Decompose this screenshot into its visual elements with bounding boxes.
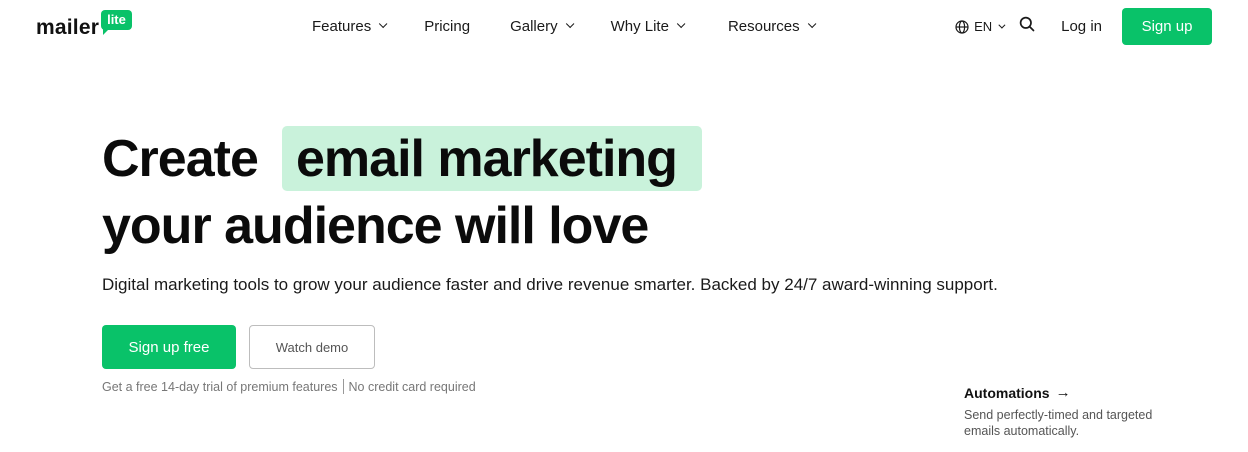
nav-resources[interactable]: Resources: [727, 17, 817, 35]
hero-subtitle: Digital marketing tools to grow your aud…: [102, 275, 998, 294]
signup-button[interactable]: Sign up: [1122, 8, 1212, 45]
nav-features[interactable]: Features: [312, 17, 388, 35]
main-nav: Features Pricing Gallery Why Lite Resour…: [312, 0, 817, 52]
signup-free-button[interactable]: Sign up free: [102, 325, 236, 369]
nav-features-label: Features: [312, 17, 372, 35]
trial-note: Get a free 14-day trial of premium featu…: [102, 379, 476, 394]
language-label: EN: [974, 19, 993, 34]
mailerlite-logo[interactable]: mailer lite: [36, 10, 132, 42]
hero-title-line-2: your audience will love: [102, 197, 649, 255]
chevron-down-icon: [998, 21, 1006, 29]
logo-wordmark: mailer: [36, 16, 100, 39]
search-button[interactable]: [1017, 16, 1037, 37]
watch-demo-button[interactable]: Watch demo: [249, 325, 375, 369]
chevron-down-icon: [807, 19, 817, 29]
nav-why-lite-label: Why Lite: [610, 17, 669, 35]
automations-title[interactable]: Automations →: [964, 384, 1174, 401]
logo-badge: lite: [101, 10, 132, 35]
header-actions: EN Log in Sign up: [955, 8, 1212, 45]
login-link[interactable]: Log in: [1061, 18, 1102, 35]
arrow-right-icon: →: [1055, 384, 1071, 401]
nav-why-lite[interactable]: Why Lite: [610, 17, 686, 35]
trial-note-right: No credit card required: [348, 379, 476, 394]
automations-description: Send perfectly-timed and targeted emails…: [964, 408, 1153, 438]
automations-card[interactable]: Automations → Send perfectly-timed and t…: [964, 384, 1174, 439]
site-header: mailer lite Features Pricing Gallery Why…: [0, 0, 1248, 52]
language-selector[interactable]: EN: [955, 19, 1006, 34]
automations-title-label: Automations: [964, 384, 1050, 401]
globe-icon: [955, 19, 969, 34]
chevron-down-icon: [379, 19, 388, 29]
search-icon: [1019, 16, 1035, 37]
hero-title-prefix: Create: [102, 130, 259, 188]
nav-pricing-label: Pricing: [424, 17, 471, 35]
nav-pricing[interactable]: Pricing: [424, 18, 470, 35]
nav-resources-label: Resources: [727, 17, 800, 35]
hero-title-highlight: email marketing: [296, 130, 678, 188]
nav-gallery-label: Gallery: [510, 17, 558, 35]
note-divider: [342, 379, 344, 394]
trial-note-left: Get a free 14-day trial of premium featu…: [102, 379, 338, 394]
chevron-down-icon: [676, 19, 686, 29]
nav-gallery[interactable]: Gallery: [510, 17, 574, 35]
chevron-down-icon: [565, 19, 574, 29]
